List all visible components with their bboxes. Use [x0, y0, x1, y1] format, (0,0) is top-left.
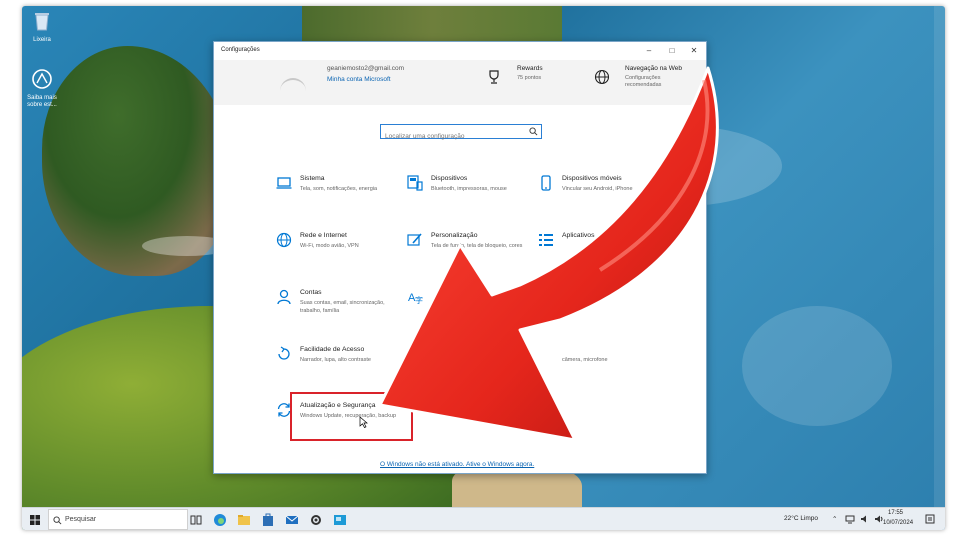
- category-description: câmera, microfone: [562, 357, 608, 363]
- devices-icon: [407, 175, 423, 191]
- desktop: Lixeira Saiba mais sobre est... Configur…: [22, 6, 945, 530]
- category-description: Bluetooth, impressoras, mouse: [431, 186, 507, 192]
- globe-icon: [594, 69, 610, 85]
- settings-window: Configurações – □ ✕ geaniemosto2@gmail.c…: [213, 41, 707, 474]
- category-mobile-devices[interactable]: Dispositivos móveis Vincular seu Android…: [538, 175, 663, 220]
- phone-icon: [541, 175, 551, 191]
- account-email: geaniemosto2@gmail.com: [327, 65, 405, 72]
- edge-icon[interactable]: [212, 512, 228, 528]
- recycle-bin-icon: [35, 13, 49, 31]
- category-description: Narrador, lupa, alto contraste: [300, 357, 371, 363]
- category-devices[interactable]: Dispositivos Bluetooth, impressoras, mou…: [407, 175, 532, 220]
- search-icon[interactable]: [529, 127, 538, 136]
- clock-date[interactable]: 10/07/2024: [883, 520, 913, 526]
- settings-search[interactable]: [380, 124, 542, 143]
- settings-gear-icon[interactable]: [308, 512, 324, 528]
- category-description: Tela de fundo, tela de bloqueio, cores: [431, 243, 523, 249]
- volume-icon[interactable]: [860, 514, 870, 524]
- category-description: Tela, som, notificações, energia: [300, 186, 378, 192]
- highlight-box: [290, 392, 413, 441]
- notifications-icon[interactable]: [925, 514, 935, 524]
- wallpaper-foam: [742, 306, 892, 426]
- category-description: Vincular seu Android, iPhone: [562, 186, 633, 192]
- laptop-icon: [276, 177, 292, 189]
- category-time-language[interactable]: A 字: [407, 289, 532, 334]
- file-explorer-icon[interactable]: [236, 512, 252, 528]
- apps-icon: [539, 234, 553, 246]
- desktop-icon-label: Lixeira: [33, 37, 51, 43]
- weather-status[interactable]: 22°C Limpo: [784, 515, 818, 522]
- learn-more-icon: [32, 69, 52, 89]
- category-personalization[interactable]: Personalização Tela de fundo, tela de bl…: [407, 232, 532, 277]
- privacy-icon: [538, 346, 554, 362]
- scrollbar[interactable]: [934, 6, 945, 507]
- category-ease-of-access[interactable]: Facilidade de Acesso Narrador, lupa, alt…: [276, 346, 401, 391]
- category-title: Facilidade de Acesso: [300, 346, 365, 353]
- category-system[interactable]: Sistema Tela, som, notificações, energia: [276, 175, 401, 220]
- store-icon[interactable]: [260, 512, 276, 528]
- language-icon: A 字: [408, 292, 423, 305]
- accessibility-icon: [278, 346, 290, 360]
- taskbar-search-placeholder: Pesquisar: [65, 516, 97, 523]
- personalize-icon: [407, 233, 422, 246]
- taskbar-search[interactable]: Pesquisar: [48, 509, 188, 530]
- wallpaper-cliff: [302, 6, 562, 46]
- title-bar: Configurações – □ ✕: [214, 42, 706, 60]
- minimize-button[interactable]: –: [642, 45, 656, 57]
- category-apps[interactable]: Aplicativos: [538, 232, 663, 277]
- category-title: Sistema: [300, 175, 325, 182]
- task-view-icon[interactable]: [188, 512, 204, 528]
- globe-icon: [276, 232, 292, 248]
- settings-app-icon[interactable]: [332, 512, 348, 528]
- taskbar: Pesquisar 22°C Limpo ⌃ 17:55 10/07/2024: [22, 507, 945, 530]
- category-title: Personalização: [431, 232, 478, 239]
- category-description: Suas contas, email, sincronização, traba…: [300, 300, 385, 314]
- category-accounts[interactable]: Contas Suas contas, email, sincronização…: [276, 289, 401, 334]
- clock-time[interactable]: 17:55: [888, 510, 903, 516]
- svg-text:字: 字: [415, 295, 423, 305]
- search-icon: [53, 516, 62, 525]
- category-network[interactable]: Rede e Internet Wi-Fi, modo avião, VPN: [276, 232, 401, 277]
- screenshot-frame: Lixeira Saiba mais sobre est... Configur…: [0, 0, 960, 540]
- category-privacy[interactable]: câmera, microfone: [538, 346, 663, 391]
- activate-windows-link[interactable]: O Windows não está ativado. Ative o Wind…: [380, 461, 534, 468]
- microsoft-account-link[interactable]: Minha conta Microsoft: [327, 76, 391, 83]
- search-input[interactable]: [381, 130, 521, 143]
- web-browsing-title: Navegação na Web: [625, 65, 682, 72]
- category-title: Rede e Internet: [300, 232, 347, 239]
- category-title: Contas: [300, 289, 322, 296]
- rewards-title: Rewards: [517, 65, 543, 72]
- mail-icon[interactable]: [284, 512, 300, 528]
- settings-header: geaniemosto2@gmail.com Minha conta Micro…: [214, 60, 706, 105]
- start-button[interactable]: [27, 512, 43, 528]
- category-description: Wi-Fi, modo avião, VPN: [300, 243, 359, 249]
- desktop-icon-recycle-bin[interactable]: Lixeira: [22, 10, 62, 44]
- network-icon[interactable]: [845, 514, 855, 524]
- avatar[interactable]: [280, 78, 306, 104]
- close-button[interactable]: ✕: [687, 45, 701, 57]
- rewards-subtitle: 75 pontos: [517, 75, 542, 81]
- trophy-icon: [489, 70, 499, 84]
- category-title: Aplicativos: [562, 232, 595, 239]
- person-icon: [277, 289, 291, 305]
- window-title: Configurações: [221, 47, 260, 53]
- desktop-icon-learn-more[interactable]: Saiba mais sobre est...: [22, 68, 62, 109]
- category-title: Dispositivos móveis: [562, 175, 622, 182]
- mouse-cursor-icon: [359, 416, 368, 428]
- desktop-icon-label: Saiba mais sobre est...: [27, 95, 57, 108]
- category-title: Dispositivos: [431, 175, 468, 182]
- chevron-up-icon[interactable]: ⌃: [832, 515, 837, 523]
- maximize-button[interactable]: □: [665, 45, 679, 57]
- web-browsing-subtitle: Configurações recomendadas: [625, 75, 662, 88]
